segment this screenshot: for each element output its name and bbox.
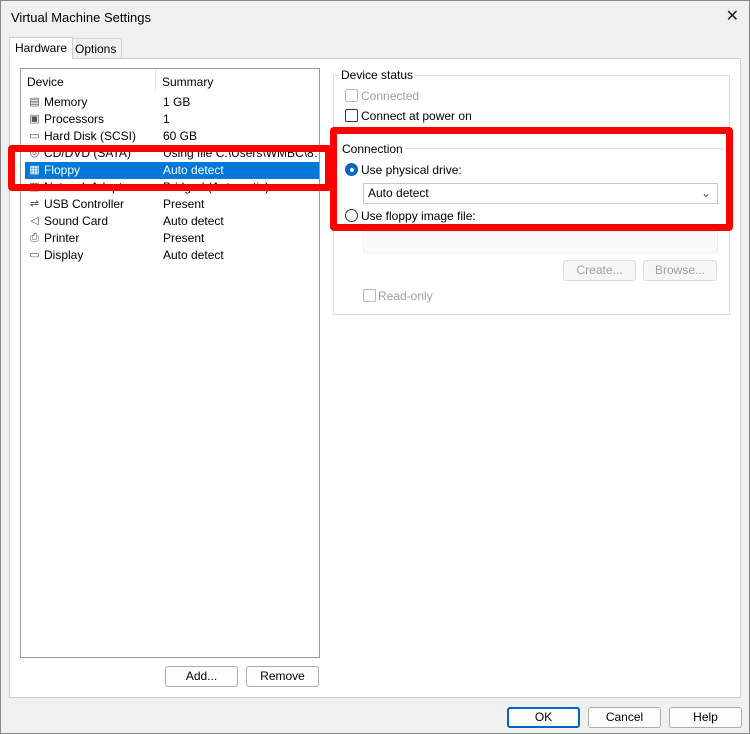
network-adapter-icon: ▥ — [29, 181, 40, 193]
device-summary: Using file C:\Users\WMBC\8… — [163, 146, 317, 160]
device-summary: 1 GB — [163, 95, 191, 109]
create-button[interactable]: Create... — [563, 260, 636, 281]
cd-dvd-icon: ◎ — [29, 147, 40, 159]
device-row-usb-controller[interactable]: ⇌ USB Controller Present — [25, 196, 319, 213]
connection-title: Connection — [340, 142, 405, 156]
floppy-icon: ▦ — [29, 164, 40, 176]
device-summary: 60 GB — [163, 129, 198, 143]
read-only-label: Read-only — [378, 289, 433, 303]
memory-icon: ▤ — [29, 96, 40, 108]
browse-button[interactable]: Browse... — [643, 260, 717, 281]
tab-hardware[interactable]: Hardware — [9, 37, 74, 59]
window-title: Virtual Machine Settings — [11, 10, 151, 25]
remove-button[interactable]: Remove — [246, 666, 319, 687]
device-name: Display — [44, 248, 84, 262]
device-row-floppy[interactable]: ▦ Floppy Auto detect — [25, 162, 319, 179]
connect-at-power-on-label: Connect at power on — [361, 109, 472, 123]
connected-checkbox[interactable] — [345, 89, 358, 102]
ok-button[interactable]: OK — [507, 707, 580, 728]
column-header-summary[interactable]: Summary — [156, 69, 213, 95]
floppy-image-input[interactable] — [363, 231, 718, 253]
column-header-device[interactable]: Device — [21, 69, 64, 95]
device-row-network-adapter[interactable]: ▥ Network Adapter Bridged (Automatic) — [25, 179, 319, 196]
cancel-button[interactable]: Cancel — [588, 707, 661, 728]
connect-at-power-on-checkbox[interactable] — [345, 109, 358, 122]
device-row-memory[interactable]: ▤ Memory 1 GB — [25, 94, 319, 111]
device-name: Network Adapter — [44, 180, 133, 194]
device-summary: Auto detect — [163, 214, 224, 228]
use-physical-drive-radio[interactable] — [345, 163, 358, 176]
connected-label: Connected — [361, 89, 420, 103]
drive-value: Auto detect — [368, 186, 429, 200]
device-row-sound-card[interactable]: ◁ Sound Card Auto detect — [25, 213, 319, 230]
device-summary: Present — [163, 197, 205, 211]
hard-disk-icon: ▭ — [29, 130, 40, 142]
add-button[interactable]: Add... — [165, 666, 238, 687]
use-physical-drive-label: Use physical drive: — [361, 163, 462, 177]
device-summary: 1 — [163, 112, 170, 126]
device-summary: Bridged (Automatic) — [163, 180, 270, 194]
device-row-printer[interactable]: ⎙ Printer Present — [25, 230, 319, 247]
processor-icon: ▣ — [29, 113, 40, 125]
device-summary: Present — [163, 231, 205, 245]
device-name: Printer — [44, 231, 80, 245]
device-name: Hard Disk (SCSI) — [44, 129, 137, 143]
device-summary: Auto detect — [163, 163, 224, 177]
device-name: USB Controller — [44, 197, 125, 211]
close-icon[interactable]: ✕ — [726, 6, 739, 26]
device-row-hard-disk-scsi[interactable]: ▭ Hard Disk (SCSI) 60 GB — [25, 128, 319, 145]
device-name: Sound Card — [44, 214, 109, 228]
use-floppy-image-label: Use floppy image file: — [361, 209, 476, 223]
usb-icon: ⇌ — [29, 198, 40, 210]
device-name: Processors — [44, 112, 105, 126]
device-list[interactable]: Device Summary ▤ Memory 1 GB ▣ Processors 1 ▭ H… — [20, 68, 320, 658]
device-status-title: Device status — [339, 68, 416, 82]
use-floppy-image-radio[interactable] — [345, 209, 358, 222]
device-name: Memory — [44, 95, 88, 109]
device-summary: Auto detect — [163, 248, 224, 262]
device-name: CD/DVD (SATA) — [44, 146, 131, 160]
display-icon: ▭ — [29, 249, 40, 261]
device-row-cd-dvd-sata[interactable]: ◎ CD/DVD (SATA) Using file C:\Users\WMBC\8… — [25, 145, 319, 162]
device-row-display[interactable]: ▭ Display Auto detect — [25, 247, 319, 264]
sound-card-icon: ◁ — [30, 215, 39, 227]
tab-options[interactable]: Options — [69, 38, 123, 58]
physical-drive-select[interactable]: Auto detect ⌄ — [363, 183, 718, 204]
read-only-checkbox[interactable] — [363, 289, 376, 302]
device-row-processors[interactable]: ▣ Processors 1 — [25, 111, 319, 128]
chevron-down-icon: ⌄ — [700, 186, 711, 200]
printer-icon: ⎙ — [30, 232, 39, 244]
device-name: Floppy — [44, 163, 81, 177]
help-button[interactable]: Help — [669, 707, 742, 728]
